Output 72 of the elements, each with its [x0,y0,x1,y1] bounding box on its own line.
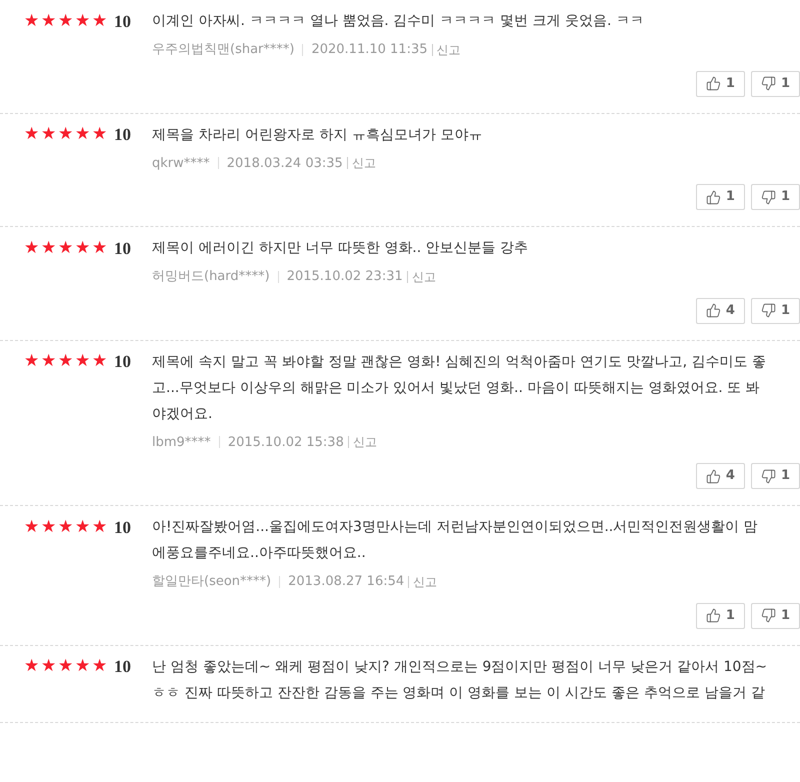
star-icon: ★ [24,240,41,256]
dislike-button[interactable]: 1 [750,70,800,96]
star-icon: ★ [92,658,109,675]
author-name: qkrw**** [152,154,210,172]
star-icon: ★ [92,518,109,536]
star-icon: ★ [92,240,109,256]
thumbs-down-icon [760,608,776,623]
score: 10 [114,12,131,30]
star-icon: ★ [58,518,75,536]
star-icon: ★ [58,240,75,256]
review-date: 2020.11.10 11:35 [311,41,428,59]
dislike-button[interactable]: 1 [750,602,800,628]
like-button[interactable]: 4 [696,463,745,489]
star-icon: ★ [24,658,41,675]
like-button[interactable]: 1 [696,602,745,628]
thumbs-down-icon [760,190,776,204]
review-date: 2015.10.02 15:38 [228,434,344,452]
thumbs-down-icon [760,303,776,318]
star-icon: ★ [24,353,41,370]
review-text: 제목이 에러이긴 하지만 너무 따뜻한 영화.. 안보신분들 강추 [152,239,528,258]
star-icon: ★ [41,353,58,370]
author-name: 허밍버드(hard****) [152,268,270,286]
dislike-button[interactable]: 1 [750,184,800,210]
like-button[interactable]: 1 [696,70,745,96]
star-icon: ★ [92,12,109,30]
star-icon: ★ [75,126,92,143]
thumbs-down-icon [760,76,776,91]
review-date: 2015.10.02 23:31 [286,268,403,286]
review-text: 난 엄청 좋았는데~ 왜케 평점이 낮지? 개인적으로는 9점이지만 평점이 너무 낮은거 같아서 10점~ ㅎㅎ 진짜 따뜻하고 잔잔한 감동을 주는 영화며 이 영화를 보는 이 시간도 좋은 추억으로 남을거 같 [152,658,768,702]
score: 10 [114,353,131,370]
score: 10 [114,240,131,256]
thumbs-up-icon [706,76,721,91]
star-icon: ★ [75,353,92,370]
star-icon: ★ [58,658,75,675]
review-text: 제목에 속지 말고 꼭 봐야할 정말 괜찮은 영화! 심혜진의 억척아줌마 연기도 맛깔나고, 김수미도 좋 고...무엇보다 이상우의 해맑은 미소가 있어서 빛났던 영화.. 마음이 따뜻해지는 영화였어요. 또 봐 야겠어요. [152,352,766,424]
star-icon: ★ [41,518,58,536]
star-icon: ★ [24,12,41,30]
review-text: 제목을 차라리 어린왕자로 하지 ㅠ흑심모녀가 모야ㅠ [152,126,482,144]
star-icon: ★ [75,518,92,536]
star-icon: ★ [41,12,58,30]
star-icon: ★ [58,12,75,30]
score: 10 [114,518,131,536]
review-text: 아!진짜잘봤어염...울집에도여자3명만사는데 저런남자분인연이되었으면..서민적인전원생활이 맘 에풍요를주네요..아주따뜻했어요.. [152,518,758,563]
star-icon: ★ [58,353,75,370]
dislike-button[interactable]: 1 [750,298,800,324]
star-icon: ★ [92,353,109,370]
like-button[interactable]: 4 [696,298,745,324]
thumbs-up-icon [706,468,721,484]
review-text: 이계인 아자씨. ㅋㅋㅋㅋ 열나 뿜었음. 김수미 ㅋㅋㅋㅋ 몇번 크게 웃었음. ㅋㅋ [152,12,644,31]
review-date: 2018.03.24 03:35 [226,154,343,172]
thumbs-up-icon [706,303,721,318]
star-icon: ★ [58,126,75,143]
dislike-button[interactable]: 1 [750,463,800,489]
thumbs-up-icon [706,190,721,204]
star-icon: ★ [24,518,41,536]
star-icon: ★ [75,658,92,675]
star-icon: ★ [24,126,41,143]
score: 10 [114,126,131,143]
star-icon: ★ [41,126,58,143]
author-name: 우주의법칙맨(shar****) [152,41,294,59]
score: 10 [114,658,131,675]
like-button[interactable]: 1 [696,184,745,210]
author-name: 할일만타(seon****) [152,573,272,591]
review-date: 2013.08.27 16:54 [288,573,404,591]
star-icon: ★ [41,240,58,256]
star-icon: ★ [41,658,58,675]
author-name: lbm9**** [152,434,211,452]
star-icon: ★ [92,126,109,143]
thumbs-down-icon [760,468,776,484]
star-icon: ★ [75,240,92,256]
thumbs-up-icon [706,608,721,623]
star-icon: ★ [75,12,92,30]
